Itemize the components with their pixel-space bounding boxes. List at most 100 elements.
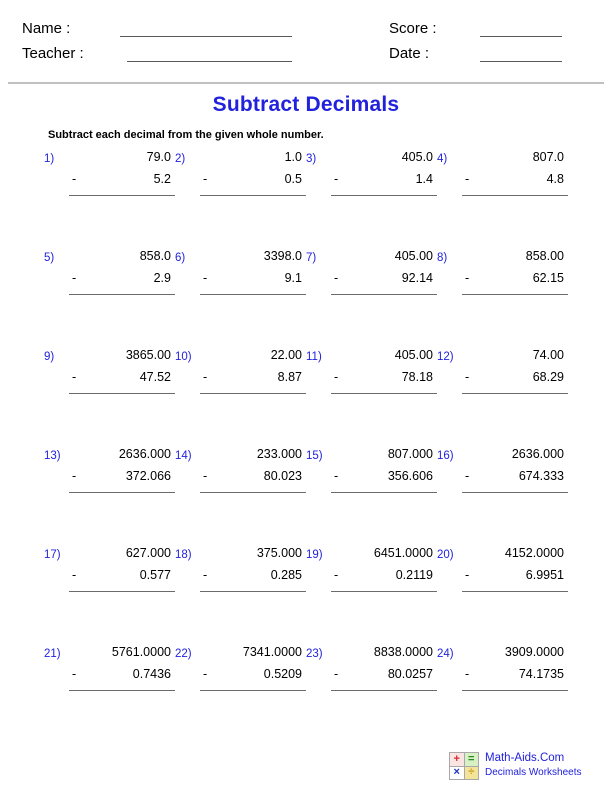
problem-4: 4) 807.0 - 4.8 bbox=[437, 150, 568, 212]
subtract-operator: - bbox=[203, 271, 208, 285]
minuend-value: 807.0 bbox=[532, 150, 564, 164]
answer-line[interactable] bbox=[462, 294, 568, 295]
brand-name[interactable]: Math-Aids.Com bbox=[485, 751, 582, 766]
problem-number: 4) bbox=[437, 153, 448, 165]
minuend-value: 1.0 bbox=[284, 150, 302, 164]
problem-number: 2) bbox=[175, 153, 186, 165]
answer-line[interactable] bbox=[331, 294, 437, 295]
answer-line[interactable] bbox=[69, 195, 175, 196]
subtract-operator: - bbox=[334, 469, 339, 483]
problem-row: 9) 3865.00 - 47.52 10) 22.00 - 8.87 11) 405.00 - 78… bbox=[0, 348, 612, 447]
teacher-input-line[interactable] bbox=[127, 61, 292, 62]
subtrahend-value: 0.7436 bbox=[132, 667, 171, 681]
answer-line[interactable] bbox=[462, 195, 568, 196]
subtrahend-value: 8.87 bbox=[277, 370, 302, 384]
score-input-line[interactable] bbox=[480, 36, 562, 37]
minuend-value: 5761.0000 bbox=[111, 645, 171, 659]
problem-number: 11) bbox=[306, 351, 322, 363]
subtrahend-value: 80.023 bbox=[263, 469, 302, 483]
problem-number: 23) bbox=[306, 648, 323, 660]
problem-7: 7) 405.00 - 92.14 bbox=[306, 249, 437, 311]
answer-line[interactable] bbox=[331, 492, 437, 493]
problem-number: 15) bbox=[306, 450, 323, 462]
problem-number: 24) bbox=[437, 648, 454, 660]
date-input-line[interactable] bbox=[480, 61, 562, 62]
subtract-operator: - bbox=[72, 667, 77, 681]
minuend-value: 233.000 bbox=[256, 447, 302, 461]
answer-line[interactable] bbox=[462, 591, 568, 592]
subtrahend-value: 0.5209 bbox=[263, 667, 302, 681]
answer-line[interactable] bbox=[462, 393, 568, 394]
answer-line[interactable] bbox=[200, 294, 306, 295]
answer-line[interactable] bbox=[331, 393, 437, 394]
answer-line[interactable] bbox=[462, 492, 568, 493]
minuend-value: 858.0 bbox=[139, 249, 171, 263]
multiply-icon: × bbox=[450, 766, 464, 779]
problem-9: 9) 3865.00 - 47.52 bbox=[44, 348, 175, 410]
subtract-operator: - bbox=[465, 271, 470, 285]
problem-row: 5) 858.0-2.9 6) 3398.0-9.1 7) 405.00-92.14 8) 8… bbox=[0, 249, 612, 348]
problem-11: 11) 405.00 - 78.18 bbox=[306, 348, 437, 410]
answer-line[interactable] bbox=[69, 591, 175, 592]
subtract-operator: - bbox=[465, 172, 470, 186]
subtrahend-value: 4.8 bbox=[546, 172, 564, 186]
subtract-operator: - bbox=[72, 172, 77, 186]
instruction-text: Subtract each decimal from the given who… bbox=[48, 129, 324, 141]
answer-line[interactable] bbox=[69, 492, 175, 493]
equals-icon: = bbox=[464, 753, 478, 766]
problem-19: 19) 6451.0000 - 0.2119 bbox=[306, 546, 437, 608]
answer-line[interactable] bbox=[462, 690, 568, 691]
answer-line[interactable] bbox=[200, 195, 306, 196]
problem-5: 5) 858.0 - 2.9 bbox=[44, 249, 175, 311]
name-input-line[interactable] bbox=[120, 36, 292, 37]
subtrahend-value: 0.5 bbox=[284, 172, 302, 186]
subtract-operator: - bbox=[72, 370, 77, 384]
subtract-operator: - bbox=[203, 568, 208, 582]
problem-18: 18) 375.000 - 0.285 bbox=[175, 546, 306, 608]
problem-8: 8) 858.00 - 62.15 bbox=[437, 249, 568, 311]
minuend-value: 22.00 bbox=[270, 348, 302, 362]
minuend-value: 627.000 bbox=[125, 546, 171, 560]
problem-number: 19) bbox=[306, 549, 323, 561]
answer-line[interactable] bbox=[200, 492, 306, 493]
problem-1: 1) 79.0 - 5.2 bbox=[44, 150, 175, 212]
problem-number: 17) bbox=[44, 549, 61, 561]
subtrahend-value: 74.1735 bbox=[518, 667, 564, 681]
answer-line[interactable] bbox=[69, 294, 175, 295]
subtract-operator: - bbox=[72, 271, 77, 285]
subtract-operator: - bbox=[203, 469, 208, 483]
problem-number: 9) bbox=[44, 351, 55, 363]
subtract-operator: - bbox=[465, 370, 470, 384]
minuend-value: 858.00 bbox=[525, 249, 564, 263]
score-label: Score : bbox=[389, 20, 437, 37]
subtract-operator: - bbox=[465, 667, 470, 681]
subtrahend-value: 92.14 bbox=[401, 271, 433, 285]
subtrahend-value: 78.18 bbox=[401, 370, 433, 384]
subtract-operator: - bbox=[334, 271, 339, 285]
answer-line[interactable] bbox=[200, 393, 306, 394]
subtrahend-value: 62.15 bbox=[532, 271, 564, 285]
problem-12: 12) 74.00 - 68.29 bbox=[437, 348, 568, 410]
problem-number: 21) bbox=[44, 648, 61, 660]
answer-line[interactable] bbox=[200, 690, 306, 691]
subtract-operator: - bbox=[203, 172, 208, 186]
subtrahend-value: 674.333 bbox=[518, 469, 564, 483]
worksheet-category: Decimals Worksheets bbox=[485, 767, 582, 778]
subtract-operator: - bbox=[203, 667, 208, 681]
problem-6: 6) 3398.0 - 9.1 bbox=[175, 249, 306, 311]
problem-number: 14) bbox=[175, 450, 192, 462]
answer-line[interactable] bbox=[331, 690, 437, 691]
answer-line[interactable] bbox=[69, 690, 175, 691]
problem-number: 16) bbox=[437, 450, 454, 462]
problem-number: 8) bbox=[437, 252, 448, 264]
problem-3: 3) 405.0 - 1.4 bbox=[306, 150, 437, 212]
minuend-value: 2636.000 bbox=[118, 447, 171, 461]
answer-line[interactable] bbox=[200, 591, 306, 592]
subtrahend-value: 6.9951 bbox=[525, 568, 564, 582]
subtrahend-value: 68.29 bbox=[532, 370, 564, 384]
answer-line[interactable] bbox=[331, 591, 437, 592]
answer-line[interactable] bbox=[331, 195, 437, 196]
minuend-value: 405.00 bbox=[394, 348, 433, 362]
answer-line[interactable] bbox=[69, 393, 175, 394]
page-title: Subtract Decimals bbox=[212, 93, 400, 116]
